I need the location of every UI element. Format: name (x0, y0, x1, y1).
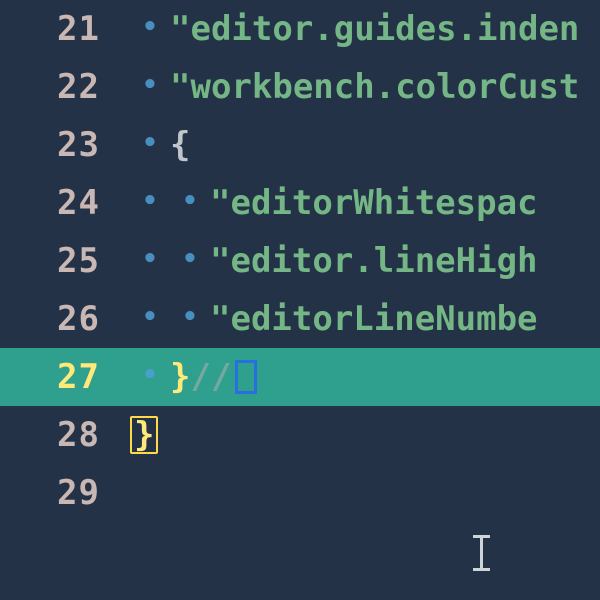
code-line[interactable]: 22•"workbench.colorCust (0, 58, 600, 116)
whitespace-dot-icon: • (130, 188, 170, 214)
line-number: 28 (0, 418, 130, 452)
code-editor[interactable]: 21•"editor.guides.inden22•"workbench.col… (0, 0, 600, 600)
line-number: 27 (0, 360, 130, 394)
code-line[interactable]: 25••"editor.lineHigh (0, 232, 600, 290)
code-line[interactable]: 29 (0, 464, 600, 522)
code-content: •"editor.guides.inden (130, 12, 579, 46)
token-key: "workbench.colorCust (170, 70, 579, 104)
whitespace-dot-icon: • (130, 72, 170, 98)
line-number: 25 (0, 244, 130, 278)
code-content: ••"editorWhitespac (130, 186, 538, 220)
whitespace-dot-icon: • (170, 304, 210, 330)
code-line[interactable]: 26••"editorLineNumbe (0, 290, 600, 348)
whitespace-dot-icon: • (130, 130, 170, 156)
line-number: 22 (0, 70, 130, 104)
code-line[interactable]: 24••"editorWhitespac (0, 174, 600, 232)
text-cursor-icon (480, 535, 483, 571)
token-punc: { (170, 128, 190, 162)
code-content: •}// (130, 360, 257, 394)
line-number: 24 (0, 186, 130, 220)
token-key: "editorLineNumbe (210, 302, 538, 336)
line-number: 21 (0, 12, 130, 46)
whitespace-dot-icon: • (170, 246, 210, 272)
token-key: "editor.lineHigh (210, 244, 538, 278)
code-line[interactable]: 21•"editor.guides.inden (0, 0, 600, 58)
whitespace-dot-icon: • (130, 304, 170, 330)
line-number: 23 (0, 128, 130, 162)
whitespace-dot-icon: • (130, 362, 170, 388)
code-content: ••"editor.lineHigh (130, 244, 538, 278)
bracket-match: } (130, 416, 158, 454)
whitespace-dot-icon: • (130, 14, 170, 40)
code-content: •"workbench.colorCust (130, 70, 579, 104)
code-content: } (130, 416, 158, 454)
code-line[interactable]: 27•}// (0, 348, 600, 406)
token-cmt: // (190, 360, 231, 394)
whitespace-dot-icon: • (130, 246, 170, 272)
token-key: "editorWhitespac (210, 186, 538, 220)
edit-cursor (235, 360, 257, 394)
token-brace: } (170, 360, 190, 394)
code-content: •{ (130, 128, 190, 162)
code-line[interactable]: 28} (0, 406, 600, 464)
whitespace-dot-icon: • (170, 188, 210, 214)
line-number: 29 (0, 476, 130, 510)
code-content: ••"editorLineNumbe (130, 302, 538, 336)
code-line[interactable]: 23•{ (0, 116, 600, 174)
line-number: 26 (0, 302, 130, 336)
token-key: "editor.guides.inden (170, 12, 579, 46)
